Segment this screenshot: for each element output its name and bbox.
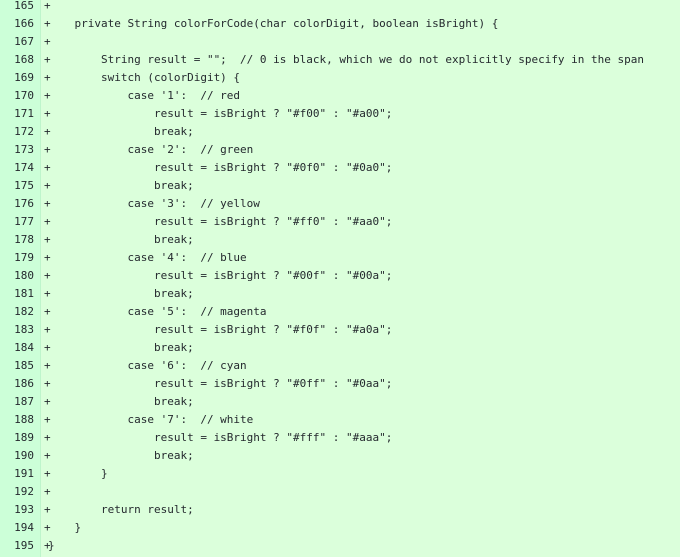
- code-text: break;: [48, 449, 194, 462]
- code-text: break;: [48, 287, 194, 300]
- line-number[interactable]: 185: [0, 357, 34, 375]
- code-text: break;: [48, 233, 194, 246]
- diff-lines: 165 +166 + private String colorForCode(cha…: [0, 0, 680, 555]
- code-text: break;: [48, 179, 194, 192]
- code-text: }: [48, 521, 82, 534]
- line-number[interactable]: 183: [0, 321, 34, 339]
- diff-line: 177 + result = isBright ? "#ff0" : "#aa0"…: [0, 213, 680, 231]
- line-number[interactable]: 169: [0, 69, 34, 87]
- diff-line: 193 + return result;: [0, 501, 680, 519]
- line-number[interactable]: 192: [0, 483, 34, 501]
- code-text: result = isBright ? "#ff0" : "#aa0";: [48, 215, 393, 228]
- code-text: result = isBright ? "#0ff" : "#0aa";: [48, 377, 393, 390]
- line-number[interactable]: 187: [0, 393, 34, 411]
- code-text: }: [48, 467, 108, 480]
- line-number[interactable]: 188: [0, 411, 34, 429]
- diff-line: 175 + break;: [0, 177, 680, 195]
- line-number[interactable]: 182: [0, 303, 34, 321]
- line-number[interactable]: 178: [0, 231, 34, 249]
- line-number[interactable]: 170: [0, 87, 34, 105]
- diff-line: 182 + case '5': // magenta: [0, 303, 680, 321]
- diff-line: 174 + result = isBright ? "#0f0" : "#0a0"…: [0, 159, 680, 177]
- line-number[interactable]: 180: [0, 267, 34, 285]
- line-number[interactable]: 181: [0, 285, 34, 303]
- code-text: break;: [48, 125, 194, 138]
- line-number[interactable]: 191: [0, 465, 34, 483]
- diff-line: 178 + break;: [0, 231, 680, 249]
- line-number[interactable]: 172: [0, 123, 34, 141]
- code-text: result = isBright ? "#0f0" : "#0a0";: [48, 161, 393, 174]
- added-marker: +: [44, 35, 51, 48]
- diff-line: 167 +: [0, 33, 680, 51]
- diff-line: 173 + case '2': // green: [0, 141, 680, 159]
- diff-line: 186 + result = isBright ? "#0ff" : "#0aa"…: [0, 375, 680, 393]
- line-number[interactable]: 165: [0, 0, 34, 15]
- diff-line: 180 + result = isBright ? "#00f" : "#00a"…: [0, 267, 680, 285]
- code-text: String result = ""; // 0 is black, which…: [48, 53, 645, 66]
- code-text: case '4': // blue: [48, 251, 247, 264]
- added-marker: +: [44, 0, 51, 12]
- line-number[interactable]: 189: [0, 429, 34, 447]
- diff-line: 169 + switch (colorDigit) {: [0, 69, 680, 87]
- code-text: break;: [48, 395, 194, 408]
- diff-line: 187 + break;: [0, 393, 680, 411]
- line-number[interactable]: 167: [0, 33, 34, 51]
- diff-line: 191 + }: [0, 465, 680, 483]
- line-number[interactable]: 179: [0, 249, 34, 267]
- diff-line: 192 +: [0, 483, 680, 501]
- code-text: case '5': // magenta: [48, 305, 267, 318]
- diff-line: 188 + case '7': // white: [0, 411, 680, 429]
- line-number[interactable]: 168: [0, 51, 34, 69]
- diff-line: 194 + }: [0, 519, 680, 537]
- code-text: result = isBright ? "#f0f" : "#a0a";: [48, 323, 393, 336]
- line-number[interactable]: 195: [0, 537, 34, 555]
- line-number[interactable]: 174: [0, 159, 34, 177]
- diff-line: 172 + break;: [0, 123, 680, 141]
- line-number[interactable]: 193: [0, 501, 34, 519]
- diff-line: 185 + case '6': // cyan: [0, 357, 680, 375]
- line-number[interactable]: 177: [0, 213, 34, 231]
- code-text: break;: [48, 341, 194, 354]
- line-number[interactable]: 184: [0, 339, 34, 357]
- diff-line: 195 +}: [0, 537, 680, 555]
- diff-line: 189 + result = isBright ? "#fff" : "#aaa"…: [0, 429, 680, 447]
- diff-line: 183 + result = isBright ? "#f0f" : "#a0a"…: [0, 321, 680, 339]
- line-number[interactable]: 190: [0, 447, 34, 465]
- code-text: return result;: [48, 503, 194, 516]
- code-text: private String colorForCode(char colorDi…: [48, 17, 499, 30]
- code-text: case '7': // white: [48, 413, 254, 426]
- diff-line: 171 + result = isBright ? "#f00" : "#a00"…: [0, 105, 680, 123]
- diff-line: 170 + case '1': // red: [0, 87, 680, 105]
- diff-line: 166 + private String colorForCode(char co…: [0, 15, 680, 33]
- code-text: result = isBright ? "#00f" : "#00a";: [48, 269, 393, 282]
- code-text: case '3': // yellow: [48, 197, 260, 210]
- line-number[interactable]: 176: [0, 195, 34, 213]
- code-text: case '6': // cyan: [48, 359, 247, 372]
- code-text: result = isBright ? "#fff" : "#aaa";: [48, 431, 393, 444]
- diff-line: 190 + break;: [0, 447, 680, 465]
- code-text: result = isBright ? "#f00" : "#a00";: [48, 107, 393, 120]
- code-text: }: [48, 539, 55, 552]
- added-marker: +: [44, 485, 51, 498]
- diff-line: 168 + String result = ""; // 0 is black, …: [0, 51, 680, 69]
- diff-line: 179 + case '4': // blue: [0, 249, 680, 267]
- line-number[interactable]: 171: [0, 105, 34, 123]
- line-number[interactable]: 175: [0, 177, 34, 195]
- line-number[interactable]: 194: [0, 519, 34, 537]
- diff-line: 181 + break;: [0, 285, 680, 303]
- line-number[interactable]: 173: [0, 141, 34, 159]
- diff-line: 165 +: [0, 0, 680, 15]
- code-text: case '1': // red: [48, 89, 241, 102]
- diff-line: 176 + case '3': // yellow: [0, 195, 680, 213]
- diff-view: 165 +166 + private String colorForCode(cha…: [0, 0, 680, 557]
- diff-line: 184 + break;: [0, 339, 680, 357]
- line-number[interactable]: 186: [0, 375, 34, 393]
- code-text: switch (colorDigit) {: [48, 71, 241, 84]
- code-text: case '2': // green: [48, 143, 254, 156]
- line-number[interactable]: 166: [0, 15, 34, 33]
